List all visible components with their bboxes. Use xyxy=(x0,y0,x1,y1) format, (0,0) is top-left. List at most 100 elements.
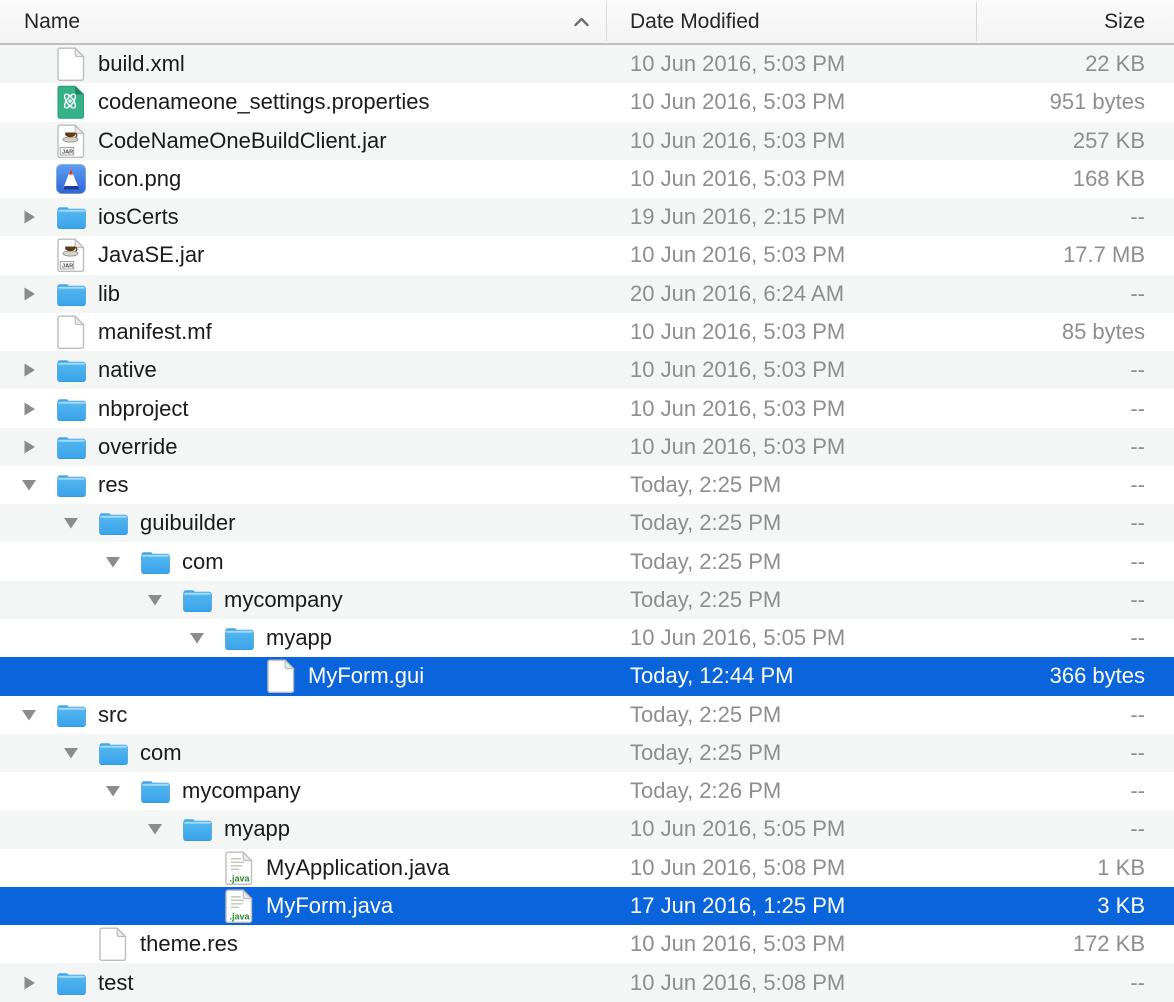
column-header-name[interactable]: Name xyxy=(0,0,606,43)
file-name: nbproject xyxy=(98,396,189,422)
size-cell: -- xyxy=(976,778,1174,804)
file-row[interactable]: JAR CodeNameOneBuildClient.jar10 Jun 201… xyxy=(0,122,1174,160)
name-cell: native xyxy=(0,351,606,389)
size-cell: -- xyxy=(976,510,1174,536)
size-cell: -- xyxy=(976,204,1174,230)
file-name: myapp xyxy=(266,625,332,651)
size-cell: 168 KB xyxy=(976,166,1174,192)
disclosure-collapsed-icon[interactable] xyxy=(20,975,38,991)
list-header: Name Date Modified Size xyxy=(0,0,1174,45)
file-row[interactable]: build.xml 10 Jun 2016, 5:03 PM22 KB xyxy=(0,45,1174,83)
disclosure-collapsed-icon[interactable] xyxy=(20,439,38,455)
disclosure-expanded-icon[interactable] xyxy=(146,823,164,836)
date-modified-cell: 10 Jun 2016, 5:03 PM xyxy=(606,242,976,268)
disclosure-expanded-icon[interactable] xyxy=(62,746,80,759)
disclosure-expanded-icon[interactable] xyxy=(104,785,122,798)
name-cell: icon.png xyxy=(0,160,606,198)
file-row[interactable]: mycompany Today, 2:26 PM-- xyxy=(0,772,1174,810)
disclosure-collapsed-icon[interactable] xyxy=(20,209,38,225)
document-icon xyxy=(55,47,87,81)
file-name: iosCerts xyxy=(98,204,179,230)
file-row[interactable]: mycompanyToday, 2:25 PM-- xyxy=(0,581,1174,619)
size-cell: 172 KB xyxy=(976,931,1174,957)
folder-icon xyxy=(139,548,171,575)
name-cell: com xyxy=(0,734,606,772)
file-row[interactable]: nbproject10 Jun 2016, 5:03 PM-- xyxy=(0,389,1174,427)
size-cell: -- xyxy=(976,396,1174,422)
file-row[interactable]: comToday, 2:25 PM-- xyxy=(0,734,1174,772)
file-name: CodeNameOneBuildClient.jar xyxy=(98,128,387,154)
jar-file-icon: JAR xyxy=(55,238,87,272)
name-cell: iosCerts xyxy=(0,198,606,236)
disclosure-expanded-icon[interactable] xyxy=(146,593,164,606)
disclosure-expanded-icon[interactable] xyxy=(20,708,38,721)
folder-icon xyxy=(97,510,129,537)
disclosure-collapsed-icon[interactable] xyxy=(20,401,38,417)
disclosure-expanded-icon[interactable] xyxy=(62,517,80,530)
disclosure-expanded-icon[interactable] xyxy=(188,632,206,645)
file-row-selected[interactable]: MyForm.guiToday, 12:44 PM366 bytes xyxy=(0,657,1174,695)
disclosure-collapsed-icon[interactable] xyxy=(20,286,38,302)
date-modified-cell: Today, 2:25 PM xyxy=(606,510,976,536)
date-modified-cell: Today, 2:25 PM xyxy=(606,587,976,613)
date-modified-cell: Today, 2:26 PM xyxy=(606,778,976,804)
file-row[interactable]: JAR JavaSE.jar10 Jun 2016, 5:03 PM17.7 M… xyxy=(0,236,1174,274)
date-modified-cell: 10 Jun 2016, 5:03 PM xyxy=(606,434,976,460)
file-row[interactable]: myapp10 Jun 2016, 5:05 PM-- xyxy=(0,810,1174,848)
name-cell: src xyxy=(0,696,606,734)
file-name: build.xml xyxy=(98,51,185,77)
name-cell: guibuilder xyxy=(0,504,606,542)
file-name: test xyxy=(98,970,133,996)
svg-text:JAR: JAR xyxy=(62,149,73,155)
file-row[interactable]: iosCerts19 Jun 2016, 2:15 PM-- xyxy=(0,198,1174,236)
document-icon xyxy=(265,659,297,693)
file-name: myapp xyxy=(224,816,290,842)
file-row[interactable]: .java MyApplication.java10 Jun 2016, 5:0… xyxy=(0,849,1174,887)
size-cell: 22 KB xyxy=(976,51,1174,77)
name-cell: mycompany xyxy=(0,581,606,619)
file-row[interactable]: myapp10 Jun 2016, 5:05 PM-- xyxy=(0,619,1174,657)
size-cell: 951 bytes xyxy=(976,89,1174,115)
file-row[interactable]: theme.res10 Jun 2016, 5:03 PM172 KB xyxy=(0,925,1174,963)
file-row[interactable]: codenameone_settings.properties10 Jun 20… xyxy=(0,83,1174,121)
file-name: com xyxy=(182,549,224,575)
column-header-date-modified[interactable]: Date Modified xyxy=(606,0,976,43)
folder-icon xyxy=(55,395,87,422)
file-row[interactable]: manifest.mf10 Jun 2016, 5:03 PM85 bytes xyxy=(0,313,1174,351)
name-cell: mycompany xyxy=(0,772,606,810)
file-name: res xyxy=(98,472,129,498)
file-row[interactable]: comToday, 2:25 PM-- xyxy=(0,542,1174,580)
file-name: theme.res xyxy=(140,931,238,957)
date-modified-cell: 10 Jun 2016, 5:08 PM xyxy=(606,970,976,996)
file-row[interactable]: override10 Jun 2016, 5:03 PM-- xyxy=(0,428,1174,466)
column-header-size[interactable]: Size xyxy=(976,0,1174,43)
file-row[interactable]: lib20 Jun 2016, 6:24 AM-- xyxy=(0,275,1174,313)
name-cell: .java MyApplication.java xyxy=(0,849,606,887)
disclosure-expanded-icon[interactable] xyxy=(20,479,38,492)
finder-list-view: Name Date Modified Size build.xml 10 Jun … xyxy=(0,0,1174,1002)
date-modified-cell: 10 Jun 2016, 5:03 PM xyxy=(606,51,976,77)
name-cell: codenameone_settings.properties xyxy=(0,83,606,121)
file-row[interactable]: icon.png10 Jun 2016, 5:03 PM168 KB xyxy=(0,160,1174,198)
file-row[interactable]: resToday, 2:25 PM-- xyxy=(0,466,1174,504)
date-modified-cell: 10 Jun 2016, 5:05 PM xyxy=(606,816,976,842)
size-cell: 3 KB xyxy=(976,893,1174,919)
name-cell: build.xml xyxy=(0,45,606,83)
name-cell: myapp xyxy=(0,810,606,848)
file-name: mycompany xyxy=(182,778,301,804)
file-row[interactable]: guibuilderToday, 2:25 PM-- xyxy=(0,504,1174,542)
file-row[interactable]: native10 Jun 2016, 5:03 PM-- xyxy=(0,351,1174,389)
column-header-size-label: Size xyxy=(1104,10,1145,34)
file-name: mycompany xyxy=(224,587,343,613)
size-cell: 257 KB xyxy=(976,128,1174,154)
file-row[interactable]: test10 Jun 2016, 5:08 PM-- xyxy=(0,963,1174,1001)
size-cell: -- xyxy=(976,357,1174,383)
disclosure-collapsed-icon[interactable] xyxy=(20,362,38,378)
disclosure-expanded-icon[interactable] xyxy=(104,555,122,568)
folder-icon xyxy=(55,472,87,499)
name-cell: myapp xyxy=(0,619,606,657)
file-row[interactable]: srcToday, 2:25 PM-- xyxy=(0,696,1174,734)
size-cell: -- xyxy=(976,625,1174,651)
size-cell: -- xyxy=(976,702,1174,728)
file-row-selected[interactable]: .java MyForm.java17 Jun 2016, 1:25 PM3 K… xyxy=(0,887,1174,925)
